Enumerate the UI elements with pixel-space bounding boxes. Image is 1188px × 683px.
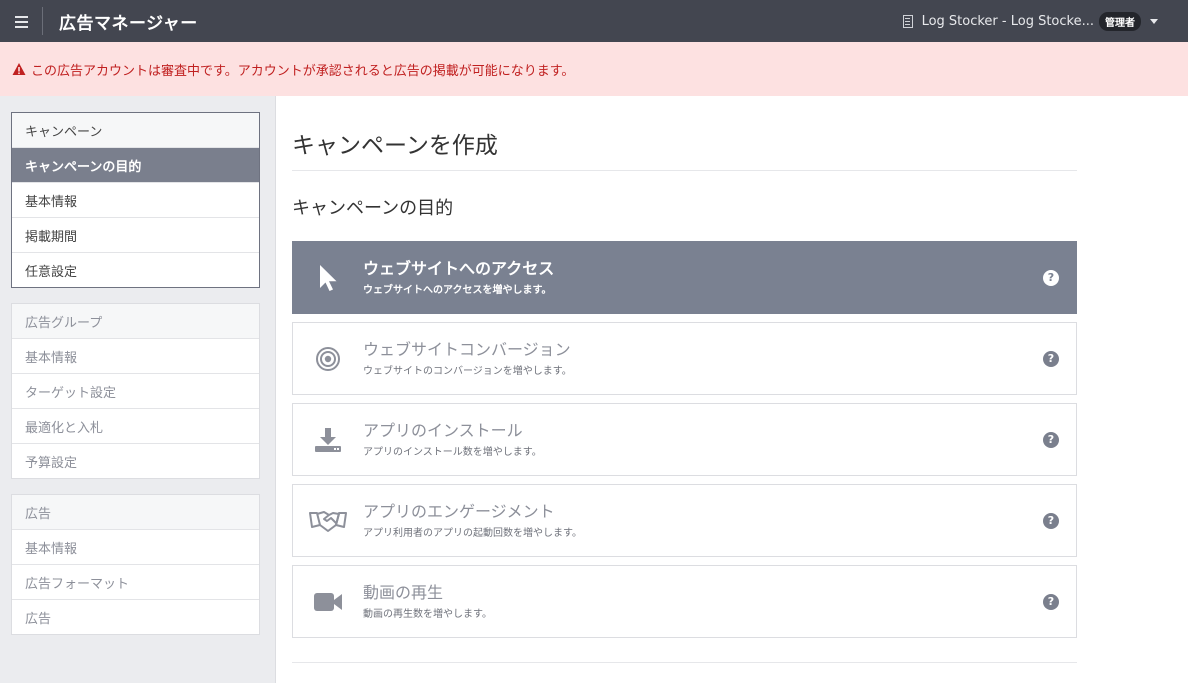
campaign-step-group: キャンペーン キャンペーンの目的 基本情報 掲載期間 任意設定: [11, 112, 260, 288]
help-icon[interactable]: ?: [1043, 269, 1059, 286]
objective-title: ウェブサイトコンバージョン: [363, 340, 571, 359]
sidebar-item-ad-group-basic-info: 基本情報: [12, 338, 259, 373]
cursor-icon: [320, 264, 337, 291]
help-icon[interactable]: ?: [1043, 512, 1059, 529]
section-title: キャンペーンの目的: [292, 198, 454, 219]
sidebar: キャンペーン キャンペーンの目的 基本情報 掲載期間 任意設定 広告グループ 基…: [0, 96, 276, 683]
video-camera-icon: [314, 592, 342, 611]
sidebar-header-ad: 広告: [12, 495, 259, 529]
help-icon[interactable]: ?: [1043, 431, 1059, 448]
objective-description: 動画の再生数を増やします。: [363, 609, 492, 620]
objective-title: ウェブサイトへのアクセス: [363, 259, 555, 278]
objective-card-website-traffic[interactable]: ウェブサイトへのアクセス ウェブサイトへのアクセスを増やします。 ?: [292, 241, 1077, 314]
objective-card-app-install[interactable]: アプリのインストール アプリのインストール数を増やします。 ?: [292, 403, 1077, 476]
sidebar-item-campaign-basic-info[interactable]: 基本情報: [12, 182, 259, 217]
account-name: Log Stocker - Log Stocke...: [921, 13, 1094, 29]
objective-title: 動画の再生: [363, 583, 444, 602]
objective-card-app-engagement[interactable]: アプリのエンゲージメント アプリ利用者のアプリの起動回数を増やします。 ?: [292, 484, 1077, 557]
help-icon[interactable]: ?: [1043, 350, 1059, 367]
objective-title: アプリのエンゲージメント: [363, 502, 555, 521]
building-icon: [902, 14, 913, 28]
ad-group-step-group: 広告グループ 基本情報 ターゲット設定 最適化と入札 予算設定: [11, 303, 260, 479]
objective-title: アプリのインストール: [363, 421, 523, 440]
target-icon: [316, 346, 340, 371]
caret-down-icon: [1150, 18, 1158, 24]
sidebar-header-campaign[interactable]: キャンペーン: [12, 113, 259, 147]
page-title: キャンペーンを作成: [292, 133, 498, 159]
sidebar-item-ad-group-budget: 予算設定: [12, 443, 259, 478]
objective-card-video-views[interactable]: 動画の再生 動画の再生数を増やします。 ?: [292, 565, 1077, 638]
app-title: 広告マネージャー: [59, 13, 198, 34]
sidebar-item-ad-basic-info: 基本情報: [12, 529, 259, 564]
sidebar-item-ad-format: 広告フォーマット: [12, 564, 259, 599]
sidebar-item-campaign-schedule[interactable]: 掲載期間: [12, 217, 259, 252]
handshake-icon: [309, 510, 347, 532]
menu-button[interactable]: [0, 0, 42, 42]
hamburger-icon: [14, 15, 28, 28]
objective-description: アプリ利用者のアプリの起動回数を増やします。: [363, 528, 582, 539]
sidebar-item-campaign-optional[interactable]: 任意設定: [12, 252, 259, 287]
sidebar-item-ad-group-bidding: 最適化と入札: [12, 408, 259, 443]
sidebar-item-ad-group-targeting: ターゲット設定: [12, 373, 259, 408]
objective-description: ウェブサイトへのアクセスを増やします。: [363, 285, 552, 296]
sidebar-item-campaign-objective[interactable]: キャンペーンの目的: [12, 147, 259, 182]
alert-message: この広告アカウントは審査中です。アカウントが承認されると広告の掲載が可能になりま…: [31, 63, 575, 79]
top-bar: 広告マネージャー Log Stocker - Log Stocke... 管理者: [0, 0, 1188, 42]
download-icon: [315, 427, 341, 452]
objective-card-website-conversion[interactable]: ウェブサイトコンバージョン ウェブサイトのコンバージョンを増やします。 ?: [292, 322, 1077, 395]
review-alert: この広告アカウントは審査中です。アカウントが承認されると広告の掲載が可能になりま…: [0, 42, 1188, 96]
role-badge: 管理者: [1099, 11, 1141, 31]
objective-description: アプリのインストール数を増やします。: [363, 447, 542, 458]
objective-description: ウェブサイトのコンバージョンを増やします。: [363, 366, 572, 377]
help-icon[interactable]: ?: [1043, 593, 1059, 610]
sidebar-item-ad: 広告: [12, 599, 259, 634]
ad-step-group: 広告 基本情報 広告フォーマット 広告: [11, 494, 260, 635]
account-switcher[interactable]: Log Stocker - Log Stocke... 管理者: [902, 0, 1158, 42]
warning-icon: [12, 63, 26, 75]
bottom-divider: [292, 662, 1077, 663]
title-divider: [292, 170, 1077, 171]
sidebar-header-ad-group: 広告グループ: [12, 304, 259, 338]
header-divider: [42, 7, 43, 35]
